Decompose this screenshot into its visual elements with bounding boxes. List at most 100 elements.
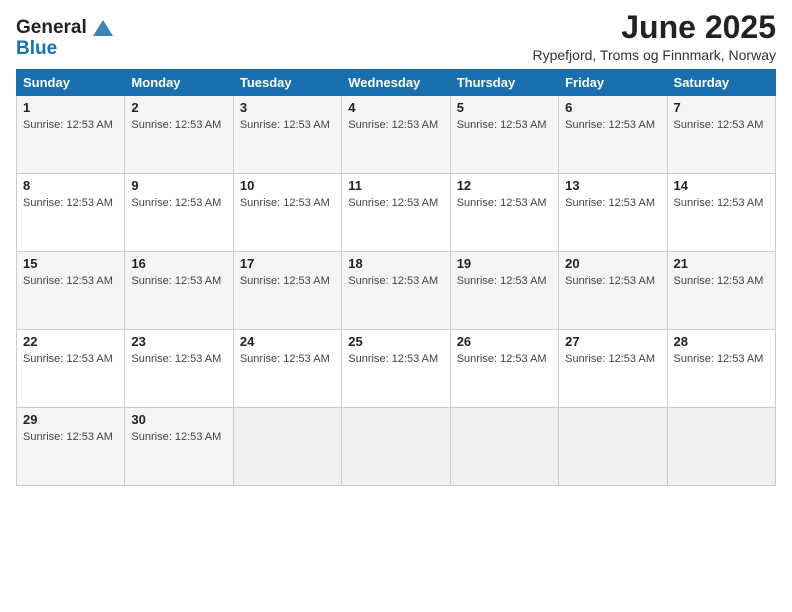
sunrise-time: Sunrise: 12:53 AM [565, 275, 655, 287]
table-row [667, 408, 775, 486]
sunrise-time: Sunrise: 12:53 AM [240, 275, 330, 287]
sunrise-time: Sunrise: 12:53 AM [131, 353, 221, 365]
table-row: 4Sunrise: 12:53 AM [342, 96, 450, 174]
table-row: 22 Sunrise: 12:53 AM [17, 330, 125, 408]
sunrise-time: Sunrise: 12:53 AM [457, 275, 547, 287]
day-number: 5 [457, 100, 552, 115]
day-number: 15 [23, 256, 118, 271]
day-number: 7 [674, 100, 769, 115]
sunrise-time: Sunrise: 12:53 AM [674, 197, 764, 209]
sunrise-time: Sunrise: 12:53 AM [674, 275, 764, 287]
sunrise-time: Sunrise: 12:53 AM [23, 275, 113, 287]
table-row: 16 Sunrise: 12:53 AM [125, 252, 233, 330]
day-number: 2 [131, 100, 226, 115]
day-number: 16 [131, 256, 226, 271]
sunrise-time: Sunrise: 12:53 AM [457, 119, 547, 131]
table-row: 17 Sunrise: 12:53 AM [233, 252, 341, 330]
day-number: 29 [23, 412, 118, 427]
table-row: 21 Sunrise: 12:53 AM [667, 252, 775, 330]
table-row: 15 Sunrise: 12:53 AM [17, 252, 125, 330]
table-row [450, 408, 558, 486]
sunrise-time: Sunrise: 12:53 AM [565, 197, 655, 209]
sunrise-time: Sunrise: 12:53 AM [565, 119, 655, 131]
table-row: 9 Sunrise: 12:53 AM [125, 174, 233, 252]
sunrise-time: Sunrise: 12:53 AM [240, 353, 330, 365]
table-row: 23 Sunrise: 12:53 AM [125, 330, 233, 408]
table-row: 14 Sunrise: 12:53 AM [667, 174, 775, 252]
col-sunday: Sunday [17, 70, 125, 96]
logo-icon [89, 14, 117, 42]
logo: General Blue [16, 14, 117, 60]
page: General Blue June 2025 Rypefjord, Troms … [0, 0, 792, 612]
day-number: 9 [131, 178, 226, 193]
col-friday: Friday [559, 70, 667, 96]
day-number: 26 [457, 334, 552, 349]
day-number: 14 [674, 178, 769, 193]
sunrise-time: Sunrise: 12:53 AM [348, 119, 438, 131]
col-saturday: Saturday [667, 70, 775, 96]
day-number: 11 [348, 178, 443, 193]
table-row: 8Sunrise: 12:53 AM [17, 174, 125, 252]
day-number: 12 [457, 178, 552, 193]
day-number: 23 [131, 334, 226, 349]
table-row: 1 Sunrise: 12:53 AM [17, 96, 125, 174]
sunrise-time: Sunrise: 12:53 AM [348, 197, 438, 209]
day-number: 21 [674, 256, 769, 271]
day-number: 28 [674, 334, 769, 349]
table-row: 11 Sunrise: 12:53 AM [342, 174, 450, 252]
sunrise-time: Sunrise: 12:53 AM [240, 197, 330, 209]
table-row: 24 Sunrise: 12:53 AM [233, 330, 341, 408]
sunrise-time: Sunrise: 12:53 AM [23, 431, 113, 443]
header: General Blue June 2025 Rypefjord, Troms … [16, 10, 776, 63]
day-number: 3 [240, 100, 335, 115]
table-row: 18 Sunrise: 12:53 AM [342, 252, 450, 330]
day-number: 27 [565, 334, 660, 349]
table-row: 19 Sunrise: 12:53 AM [450, 252, 558, 330]
day-number: 24 [240, 334, 335, 349]
calendar-header-row: Sunday Monday Tuesday Wednesday Thursday… [17, 70, 776, 96]
table-row [559, 408, 667, 486]
table-row: 6 Sunrise: 12:53 AM [559, 96, 667, 174]
table-row: 27 Sunrise: 12:53 AM [559, 330, 667, 408]
table-row: 10 Sunrise: 12:53 AM [233, 174, 341, 252]
table-row: 2 Sunrise: 12:53 AM [125, 96, 233, 174]
col-tuesday: Tuesday [233, 70, 341, 96]
day-number: 22 [23, 334, 118, 349]
sunrise-time: Sunrise: 12:53 AM [565, 353, 655, 365]
sunrise-time: Sunrise: 12:53 AM [457, 197, 547, 209]
table-row: 29 Sunrise: 12:53 AM [17, 408, 125, 486]
day-number: 19 [457, 256, 552, 271]
table-row [233, 408, 341, 486]
day-number: 18 [348, 256, 443, 271]
table-row: 28 Sunrise: 12:53 AM [667, 330, 775, 408]
month-year-title: June 2025 [532, 10, 776, 45]
day-number: 6 [565, 100, 660, 115]
location-subtitle: Rypefjord, Troms og Finnmark, Norway [532, 47, 776, 63]
table-row: 3 Sunrise: 12:53 AM [233, 96, 341, 174]
table-row: 20Sunrise: 12:53 AM [559, 252, 667, 330]
day-number: 30 [131, 412, 226, 427]
table-row: 5 Sunrise: 12:53 AM [450, 96, 558, 174]
sunrise-time: Sunrise: 12:53 AM [131, 431, 221, 443]
logo-text-general: General [16, 17, 87, 38]
sunrise-time: Sunrise: 12:53 AM [131, 275, 221, 287]
table-row: 12 Sunrise: 12:53 AM [450, 174, 558, 252]
table-row: 13 Sunrise: 12:53 AM [559, 174, 667, 252]
sunrise-time: Sunrise: 12:53 AM [674, 119, 764, 131]
sunrise-time: Sunrise: 12:53 AM [240, 119, 330, 131]
day-number: 13 [565, 178, 660, 193]
col-monday: Monday [125, 70, 233, 96]
day-number: 1 [23, 100, 118, 115]
sunrise-time: Sunrise: 12:53 AM [131, 197, 221, 209]
sunrise-time: Sunrise: 12:53 AM [23, 353, 113, 365]
table-row: 26 Sunrise: 12:53 AM [450, 330, 558, 408]
day-number: 17 [240, 256, 335, 271]
sunrise-time: Sunrise: 12:53 AM [348, 275, 438, 287]
sunrise-time: Sunrise: 12:53 AM [457, 353, 547, 365]
day-number: 10 [240, 178, 335, 193]
sunrise-time: Sunrise: 12:53 AM [131, 119, 221, 131]
sunrise-time: Sunrise: 12:53 AM [23, 119, 113, 131]
table-row: 30 Sunrise: 12:53 AM [125, 408, 233, 486]
title-block: June 2025 Rypefjord, Troms og Finnmark, … [532, 10, 776, 63]
sunrise-time: Sunrise: 12:53 AM [674, 353, 764, 365]
